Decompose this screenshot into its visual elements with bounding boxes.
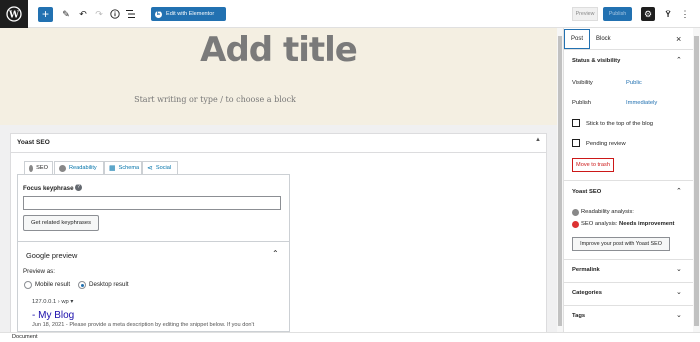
status-visibility-title[interactable]: Status & visibility	[572, 58, 620, 64]
seo-analysis-dot-icon	[572, 221, 579, 228]
readability-analysis-label: Readability analysis:	[581, 209, 634, 215]
get-related-keyphrases-button[interactable]: Get related keyphrases	[23, 215, 99, 231]
settings-gear-icon[interactable]: ⚙	[641, 7, 655, 21]
visibility-label: Visibility	[572, 80, 593, 86]
preview-as-label: Preview as:	[23, 268, 55, 275]
pencil-icon[interactable]: ✎	[59, 7, 73, 21]
add-block-button[interactable]: +	[38, 7, 53, 22]
divider	[563, 282, 693, 283]
move-to-trash-button[interactable]: Move to trash	[572, 158, 614, 172]
chevron-down-icon[interactable]: ⌄	[676, 288, 682, 296]
divider	[563, 49, 693, 50]
svg-text:W: W	[8, 11, 20, 21]
sticky-label[interactable]: Stick to the top of the blog	[586, 121, 653, 127]
visibility-link[interactable]: Public	[626, 80, 642, 86]
seo-score-dot-icon	[29, 164, 34, 172]
tags-panel-title[interactable]: Tags	[572, 313, 585, 319]
permalink-panel-title[interactable]: Permalink	[572, 267, 600, 273]
publish-button[interactable]: Publish	[603, 7, 632, 21]
google-preview-title[interactable]: Google preview	[26, 251, 77, 260]
focus-keyphrase-label: Focus keyphrase	[23, 185, 74, 192]
chevron-up-icon[interactable]: ⌃	[676, 56, 682, 64]
tab-seo[interactable]: SEO	[24, 161, 53, 175]
list-view-icon[interactable]	[124, 7, 138, 21]
snippet-description[interactable]: Jun 18, 2021 - Please provide a meta des…	[32, 322, 287, 328]
chevron-up-icon[interactable]: ⌃	[272, 249, 279, 258]
block-placeholder[interactable]: Start writing or type / to choose a bloc…	[0, 95, 430, 104]
chevron-up-icon[interactable]: ⌃	[676, 187, 682, 195]
divider	[563, 259, 693, 260]
pending-review-label[interactable]: Pending review	[586, 141, 626, 147]
mobile-result-label[interactable]: Mobile result	[35, 281, 70, 288]
tab-block[interactable]: Block	[596, 36, 611, 42]
seo-analysis-status: Needs improvement	[619, 221, 675, 227]
tab-schema[interactable]: ▦ Schema	[104, 161, 142, 175]
improve-with-yoast-button[interactable]: Improve your post with Yoast SEO	[572, 237, 670, 251]
yoast-metabox-title: Yoast SEO	[17, 139, 50, 146]
redo-icon[interactable]: ↷	[92, 7, 106, 21]
wordpress-logo-icon[interactable]: W	[0, 0, 28, 28]
more-options-icon[interactable]: ⋮	[680, 7, 690, 21]
grid-icon: ▦	[109, 165, 116, 172]
divider	[563, 305, 693, 306]
tab-post[interactable]: Post	[564, 29, 590, 49]
help-icon[interactable]: ?	[75, 184, 82, 191]
seo-analysis-label: SEO analysis: Needs improvement	[581, 221, 675, 227]
chevron-up-icon[interactable]: ▲	[535, 137, 541, 143]
close-icon[interactable]: ×	[676, 34, 681, 44]
sticky-checkbox[interactable]	[572, 119, 580, 127]
mobile-result-radio[interactable]	[24, 281, 32, 289]
info-icon[interactable]	[108, 7, 122, 21]
pending-review-checkbox[interactable]	[572, 139, 580, 147]
desktop-result-radio[interactable]	[78, 281, 86, 289]
categories-panel-title[interactable]: Categories	[572, 290, 602, 296]
divider	[563, 180, 693, 181]
divider	[17, 241, 290, 242]
readability-dot-icon	[572, 209, 579, 216]
divider	[10, 152, 547, 153]
undo-icon[interactable]: ↶	[76, 7, 90, 21]
sidebar-scrollbar[interactable]	[693, 28, 700, 332]
focus-keyphrase-input[interactable]	[23, 196, 281, 210]
yoast-panel-title[interactable]: Yoast SEO	[572, 189, 601, 195]
share-icon: ⋖	[147, 165, 153, 172]
chevron-down-icon[interactable]: ⌄	[676, 265, 682, 273]
publish-date-link[interactable]: Immediately	[626, 100, 657, 106]
publish-label: Publish	[572, 100, 592, 106]
post-title-input[interactable]: Add title	[0, 30, 557, 70]
tab-social[interactable]: ⋖ Social	[142, 161, 178, 175]
desktop-result-label[interactable]: Desktop result	[89, 281, 129, 288]
edit-with-elementor-button[interactable]: E Edit with Elementor	[151, 7, 226, 21]
snippet-url[interactable]: 127.0.0.1 › wp ▾	[32, 299, 73, 305]
elementor-icon: E	[155, 10, 162, 18]
readability-score-dot-icon	[59, 164, 66, 172]
preview-button[interactable]: Preview	[572, 7, 598, 21]
yoast-icon[interactable]: Ÿ	[661, 7, 675, 21]
chevron-down-icon[interactable]: ⌄	[676, 311, 682, 319]
breadcrumb[interactable]: Document	[12, 334, 38, 340]
snippet-title[interactable]: - My Blog	[32, 310, 74, 321]
tab-readability[interactable]: Readability	[54, 161, 104, 175]
status-bar	[0, 332, 700, 342]
